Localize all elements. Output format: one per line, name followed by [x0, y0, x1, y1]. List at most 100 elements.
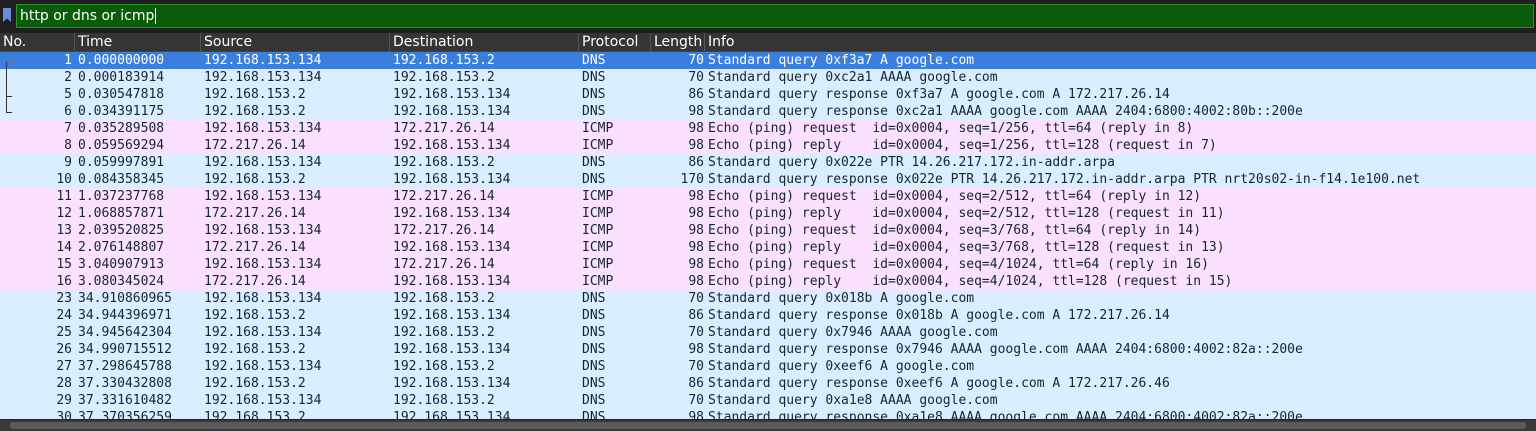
packet-cell-src: 172.217.26.14 — [204, 274, 306, 289]
packet-cell-time: 2.076148807 — [78, 240, 165, 255]
column-header-length[interactable]: Length — [650, 33, 704, 51]
packet-row[interactable]: 27 37.298645788 192.168.153.134 192.168.153… — [0, 358, 1536, 375]
horizontal-scrollbar[interactable] — [0, 419, 1536, 431]
packet-row[interactable]: 13 2.039520825 192.168.153.134 172.217.26.1… — [0, 222, 1536, 239]
bookmark-icon[interactable] — [3, 8, 11, 22]
packet-cell-len: 70 — [688, 325, 704, 340]
packet-cell-src: 192.168.153.134 — [204, 359, 322, 374]
packet-cell-src: 192.168.153.2 — [204, 410, 306, 419]
column-header-source[interactable]: Source — [200, 33, 389, 51]
packet-cell-src: 192.168.153.134 — [204, 291, 322, 306]
packet-row[interactable]: 7 0.035289508 192.168.153.134 172.217.26.14… — [0, 120, 1536, 137]
packet-cell-info: Echo (ping) request id=0x0004, seq=1/256… — [708, 121, 1194, 136]
packet-row[interactable]: 29 37.331610482 192.168.153.134 192.168.153… — [0, 392, 1536, 409]
packet-cell-proto: DNS — [582, 342, 606, 357]
packet-cell-len: 170 — [680, 172, 704, 187]
column-header-info[interactable]: Info — [704, 33, 1536, 51]
packet-cell-time: 34.990715512 — [78, 342, 172, 357]
packet-row[interactable]: 6 0.034391175 192.168.153.2 192.168.153.134… — [0, 103, 1536, 120]
packet-cell-time: 0.000183914 — [78, 70, 165, 85]
packet-cell-info: Standard query response 0xf3a7 A google.… — [708, 87, 1170, 102]
packet-cell-dst: 172.217.26.14 — [393, 121, 495, 136]
packet-cell-no: 15 — [56, 257, 72, 272]
packet-cell-dst: 192.168.153.134 — [393, 410, 511, 419]
packet-row[interactable]: 25 34.945642304 192.168.153.134 192.168.153… — [0, 324, 1536, 341]
packet-cell-proto: ICMP — [582, 138, 614, 153]
packet-cell-len: 70 — [688, 70, 704, 85]
packet-row[interactable]: 10 0.084358345 192.168.153.2 192.168.153.13… — [0, 171, 1536, 188]
scrollbar-thumb[interactable] — [10, 422, 1526, 429]
packet-cell-dst: 192.168.153.134 — [393, 104, 511, 119]
column-header-no[interactable]: No. — [0, 33, 74, 51]
packet-row[interactable]: 1 0.000000000 192.168.153.134 192.168.153.2… — [0, 52, 1536, 69]
packet-cell-no: 9 — [64, 155, 72, 170]
packet-cell-no: 26 — [56, 342, 72, 357]
packet-cell-dst: 192.168.153.2 — [393, 70, 495, 85]
packet-cell-len: 98 — [688, 342, 704, 357]
column-header-protocol[interactable]: Protocol — [578, 33, 650, 51]
packet-cell-src: 172.217.26.14 — [204, 138, 306, 153]
packet-cell-proto: DNS — [582, 155, 606, 170]
packet-cell-no: 29 — [56, 393, 72, 408]
packet-cell-info: Echo (ping) request id=0x0004, seq=3/768… — [708, 223, 1202, 238]
packet-cell-info: Standard query response 0x022e PTR 14.26… — [708, 172, 1421, 187]
packet-cell-dst: 192.168.153.2 — [393, 291, 495, 306]
packet-cell-info: Standard query 0x7946 AAAA google.com — [708, 325, 998, 340]
packet-cell-len: 98 — [688, 189, 704, 204]
packet-cell-time: 37.298645788 — [78, 359, 172, 374]
packet-cell-no: 8 — [64, 138, 72, 153]
packet-cell-proto: DNS — [582, 70, 606, 85]
packet-cell-dst: 172.217.26.14 — [393, 223, 495, 238]
packet-row[interactable]: 12 1.068857871 172.217.26.14 192.168.153.13… — [0, 205, 1536, 222]
packet-row[interactable]: 8 0.059569294 172.217.26.14 192.168.153.134… — [0, 137, 1536, 154]
packet-row[interactable]: 2 0.000183914 192.168.153.134 192.168.153.2… — [0, 69, 1536, 86]
packet-cell-src: 192.168.153.134 — [204, 325, 322, 340]
column-header-destination[interactable]: Destination — [389, 33, 578, 51]
packet-cell-no: 13 — [56, 223, 72, 238]
packet-cell-info: Standard query 0xc2a1 AAAA google.com — [708, 70, 998, 85]
packet-cell-proto: DNS — [582, 393, 606, 408]
packet-cell-proto: DNS — [582, 53, 606, 68]
packet-cell-time: 0.034391175 — [78, 104, 165, 119]
packet-cell-proto: ICMP — [582, 257, 614, 272]
packet-cell-no: 30 — [56, 410, 72, 419]
packet-row[interactable]: 15 3.040907913 192.168.153.134 172.217.26.1… — [0, 256, 1536, 273]
packet-cell-time: 34.945642304 — [78, 325, 172, 340]
column-header-time[interactable]: Time — [74, 33, 200, 51]
packet-cell-proto: DNS — [582, 376, 606, 391]
packet-row[interactable]: 23 34.910860965 192.168.153.134 192.168.153… — [0, 290, 1536, 307]
packet-row[interactable]: 14 2.076148807 172.217.26.14 192.168.153.13… — [0, 239, 1536, 256]
packet-cell-time: 3.040907913 — [78, 257, 165, 272]
packet-row[interactable]: 11 1.037237768 192.168.153.134 172.217.26.1… — [0, 188, 1536, 205]
packet-cell-len: 98 — [688, 223, 704, 238]
packet-cell-dst: 172.217.26.14 — [393, 257, 495, 272]
packet-list-header: No. Time Source Destination Protocol Len… — [0, 33, 1536, 52]
packet-cell-src: 192.168.153.134 — [204, 53, 322, 68]
packet-cell-len: 70 — [688, 53, 704, 68]
display-filter-input[interactable]: http or dns or icmp — [16, 4, 1534, 28]
packet-cell-time: 37.370356259 — [78, 410, 172, 419]
display-filter-toolbar: http or dns or icmp — [0, 0, 1536, 33]
packet-cell-len: 70 — [688, 291, 704, 306]
packet-cell-len: 98 — [688, 104, 704, 119]
packet-cell-dst: 192.168.153.134 — [393, 308, 511, 323]
packet-row[interactable]: 5 0.030547818 192.168.153.2 192.168.153.134… — [0, 86, 1536, 103]
packet-row[interactable]: 9 0.059997891 192.168.153.134 192.168.153.2… — [0, 154, 1536, 171]
packet-cell-dst: 192.168.153.2 — [393, 393, 495, 408]
packet-cell-info: Standard query response 0xc2a1 AAAA goog… — [708, 104, 1303, 119]
packet-cell-no: 27 — [56, 359, 72, 374]
display-filter-text: http or dns or icmp — [20, 8, 155, 24]
conversation-tree-tick — [6, 96, 12, 97]
packet-row[interactable]: 26 34.990715512 192.168.153.2 192.168.153.1… — [0, 341, 1536, 358]
conversation-tree-line — [6, 62, 7, 112]
packet-row[interactable]: 16 3.080345024 172.217.26.14 192.168.153.13… — [0, 273, 1536, 290]
packet-cell-info: Echo (ping) reply id=0x0004, seq=3/768, … — [708, 240, 1225, 255]
packet-cell-dst: 192.168.153.2 — [393, 325, 495, 340]
packet-cell-proto: DNS — [582, 291, 606, 306]
packet-cell-time: 37.331610482 — [78, 393, 172, 408]
packet-row[interactable]: 24 34.944396971 192.168.153.2 192.168.153.1… — [0, 307, 1536, 324]
packet-cell-src: 192.168.153.134 — [204, 223, 322, 238]
packet-row[interactable]: 28 37.330432808 192.168.153.2 192.168.153.1… — [0, 375, 1536, 392]
packet-list[interactable]: 1 0.000000000 192.168.153.134 192.168.153.2… — [0, 52, 1536, 419]
packet-row[interactable]: 30 37.370356259 192.168.153.2 192.168.153.1… — [0, 409, 1536, 419]
